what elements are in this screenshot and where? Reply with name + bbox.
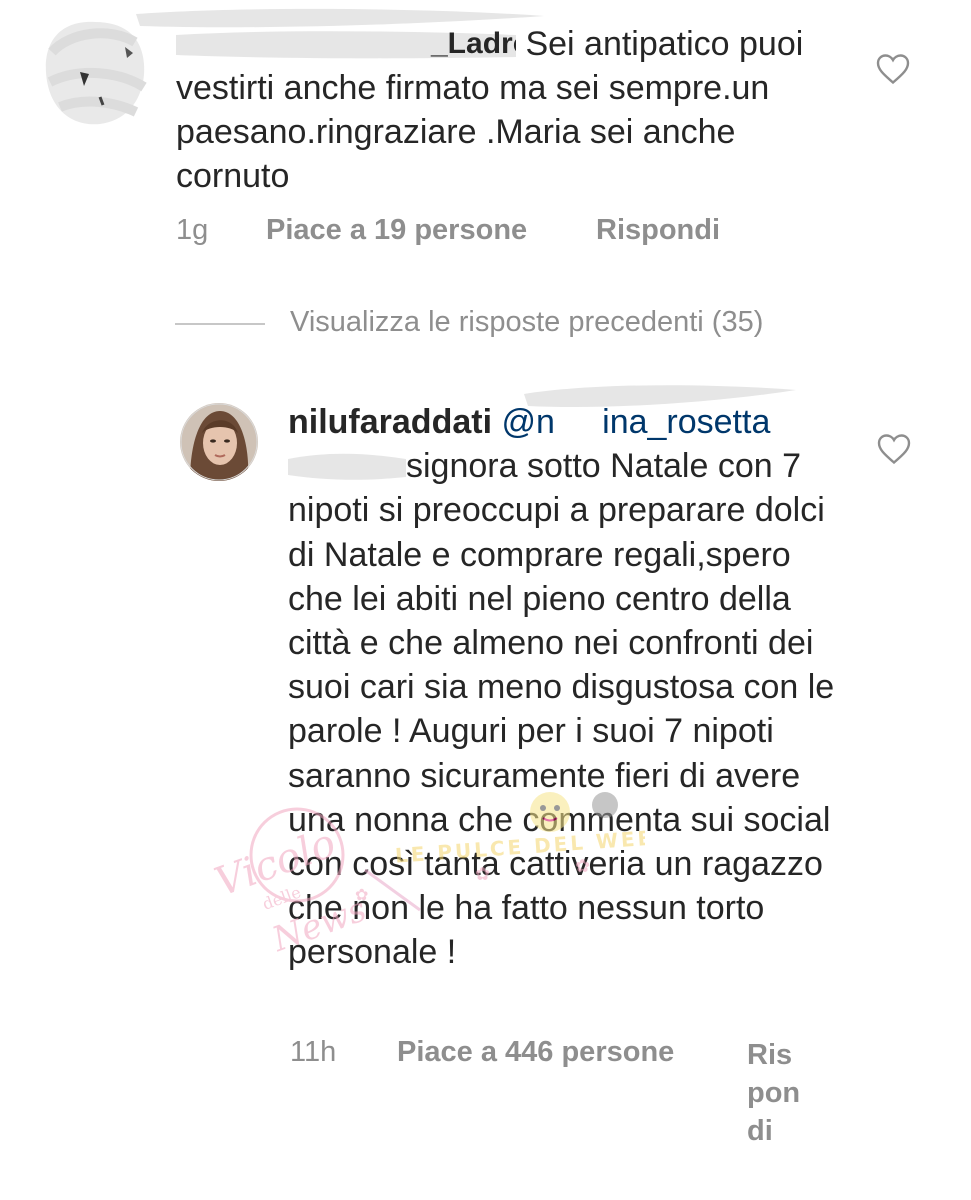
view-previous-replies-link[interactable]: Visualizza le risposte precedenti (35) <box>290 306 763 339</box>
svg-text:_Ladro: _Ladro <box>430 29 516 59</box>
comment-text: _Ladro Sei antipatico puoi vestirti anch… <box>176 22 856 198</box>
comment-text: nilufaraddati @n ina_rosetta signora sot… <box>288 400 848 975</box>
comment-username[interactable]: nilufaraddati <box>288 403 492 441</box>
like-button[interactable] <box>875 52 911 86</box>
likes-count-link[interactable]: Piace a 446 persone <box>397 1036 674 1069</box>
reply-button[interactable]: Rispondi <box>596 214 720 247</box>
heart-outline-icon <box>877 434 911 465</box>
likes-count-link[interactable]: Piace a 19 persone <box>266 214 527 247</box>
comment-body: signora sotto Natale con 7 nipoti si pre… <box>288 447 835 972</box>
heart-outline-icon <box>876 54 910 85</box>
divider-line <box>175 323 265 325</box>
mention-link[interactable]: @n ina_rosetta <box>501 403 770 441</box>
username-redacted[interactable]: _Ladro <box>176 26 531 60</box>
comment-timestamp: 11h <box>290 1036 337 1068</box>
mention-redacted <box>288 448 406 480</box>
reply-button[interactable]: Rispondi <box>747 1036 807 1150</box>
like-button[interactable] <box>876 432 912 466</box>
comment-timestamp: 1g <box>176 214 209 246</box>
avatar-photo-icon <box>180 403 258 481</box>
commenter-avatar[interactable] <box>180 403 258 481</box>
